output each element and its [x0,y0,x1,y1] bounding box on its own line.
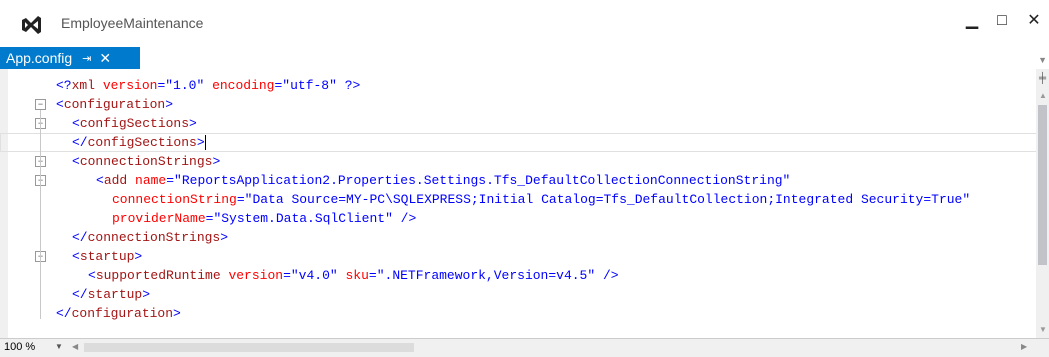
code-lines[interactable]: <?xml version="1.0" encoding="utf-8" ?> <… [0,76,1049,323]
scroll-up-icon[interactable]: ▲ [1039,91,1047,100]
minimize-icon: ▁ [965,12,979,29]
split-icon[interactable]: ╪ [1038,73,1047,85]
code-token: "1.0" [165,78,205,93]
window-title: EmployeeMaintenance [61,15,204,31]
code-token: xml [71,78,96,93]
scroll-left-icon[interactable]: ◀ [72,342,78,351]
code-token: encoding [204,78,275,93]
title-bar: EmployeeMaintenance ▁ □ ✕ [0,0,1049,47]
horizontal-scroll-thumb[interactable] [84,343,414,352]
code-token: = [368,268,377,283]
code-line[interactable]: </configSections> [0,133,1049,152]
vertical-scroll-thumb[interactable] [1038,105,1047,265]
code-token: > [165,97,174,112]
code-token: name [127,173,167,188]
code-token: > [173,306,181,321]
visual-studio-logo-icon [22,16,41,34]
outline-guide [40,110,41,319]
code-token: < [96,173,104,188]
code-token: connectionStrings [87,230,221,245]
code-token: > [220,230,229,245]
zoom-dropdown-icon[interactable]: ▼ [55,342,63,351]
code-token: > [212,154,221,169]
tab-app-config[interactable]: App.config ⇥ ✕ [0,47,140,69]
code-line[interactable]: providerName="System.Data.SqlClient" /> [0,209,1049,228]
code-line[interactable]: <startup> [0,247,1049,266]
code-token: "v4.0" [290,268,338,283]
code-editor[interactable]: <?xml version="1.0" encoding="utf-8" ?> <… [0,69,1036,338]
code-token: configuration [63,97,166,112]
code-token: < [72,249,80,264]
code-token: version [220,268,284,283]
code-token: ".NETFramework,Version=v4.5" [376,268,596,283]
code-token: version [95,78,158,93]
code-token: supportedRuntime [95,268,221,283]
code-token: > [196,135,205,150]
close-icon: ✕ [1027,12,1041,29]
code-token: "Data Source=MY-PC\SQLEXPRESS;Initial Ca… [244,192,971,207]
code-line[interactable]: <add name="ReportsApplication2.Propertie… [0,171,1049,190]
code-token: connectionString [112,192,237,207]
code-line[interactable]: <configSections> [0,114,1049,133]
code-token: "ReportsApplication2.Properties.Settings… [174,173,791,188]
minimize-button[interactable]: ▁ [957,6,987,36]
code-token: ?> [336,78,361,93]
code-token: sku [337,268,369,283]
maximize-icon: □ [997,12,1007,29]
code-token: startup [79,249,135,264]
code-token: connectionStrings [79,154,213,169]
code-token: "utf-8" [282,78,337,93]
code-token: add [103,173,128,188]
code-line[interactable]: <?xml version="1.0" encoding="utf-8" ?> [0,76,1049,95]
tab-close-icon[interactable]: ✕ [99,50,111,67]
scroll-down-icon[interactable]: ▼ [1039,325,1047,334]
code-token: <? [56,78,72,93]
code-token: /> [595,268,619,283]
code-token: > [189,116,197,131]
maximize-button[interactable]: □ [987,6,1017,36]
code-token: "System.Data.SqlClient" [213,211,393,226]
scroll-right-icon[interactable]: ▶ [1021,342,1027,351]
code-token: configSections [87,135,197,150]
code-token: /> [392,211,417,226]
tab-dropdown-icon[interactable]: ▼ [1038,55,1047,65]
code-line[interactable]: </configuration> [0,304,1049,323]
code-token: < [72,154,80,169]
editor-status-bar: 100 % ▼ ◀ ▶ [0,338,1049,357]
code-token: < [56,97,64,112]
code-token: < [72,116,80,131]
text-caret [204,135,206,151]
code-token: = [236,192,245,207]
document-tab-strip: App.config ⇥ ✕ ▼ [0,47,1049,71]
code-token: = [283,268,291,283]
code-token: > [134,249,143,264]
code-token: providerName [112,211,206,226]
code-line[interactable]: connectionString="Data Source=MY-PC\SQLE… [0,190,1049,209]
code-token: < [88,268,96,283]
code-line[interactable]: </startup> [0,285,1049,304]
code-token: > [142,287,151,302]
code-token: configSections [79,116,190,131]
code-line[interactable]: <supportedRuntime version="v4.0" sku=".N… [0,266,1049,285]
code-line[interactable]: <connectionStrings> [0,152,1049,171]
vertical-scrollbar[interactable]: ╪ ▲ ▼ [1036,69,1049,338]
code-token: startup [87,287,143,302]
code-token: configuration [71,306,174,321]
zoom-level[interactable]: 100 % [4,341,35,353]
tab-label: App.config [6,50,73,66]
code-token: </ [56,306,72,321]
code-line[interactable]: </connectionStrings> [0,228,1049,247]
code-token: </ [72,135,88,150]
pin-icon[interactable]: ⇥ [82,52,91,65]
code-token: = [166,173,175,188]
code-line[interactable]: <configuration> [0,95,1049,114]
code-token: </ [72,230,88,245]
collapse-icon[interactable]: − [35,99,46,110]
close-button[interactable]: ✕ [1019,6,1049,36]
code-token: </ [72,287,88,302]
